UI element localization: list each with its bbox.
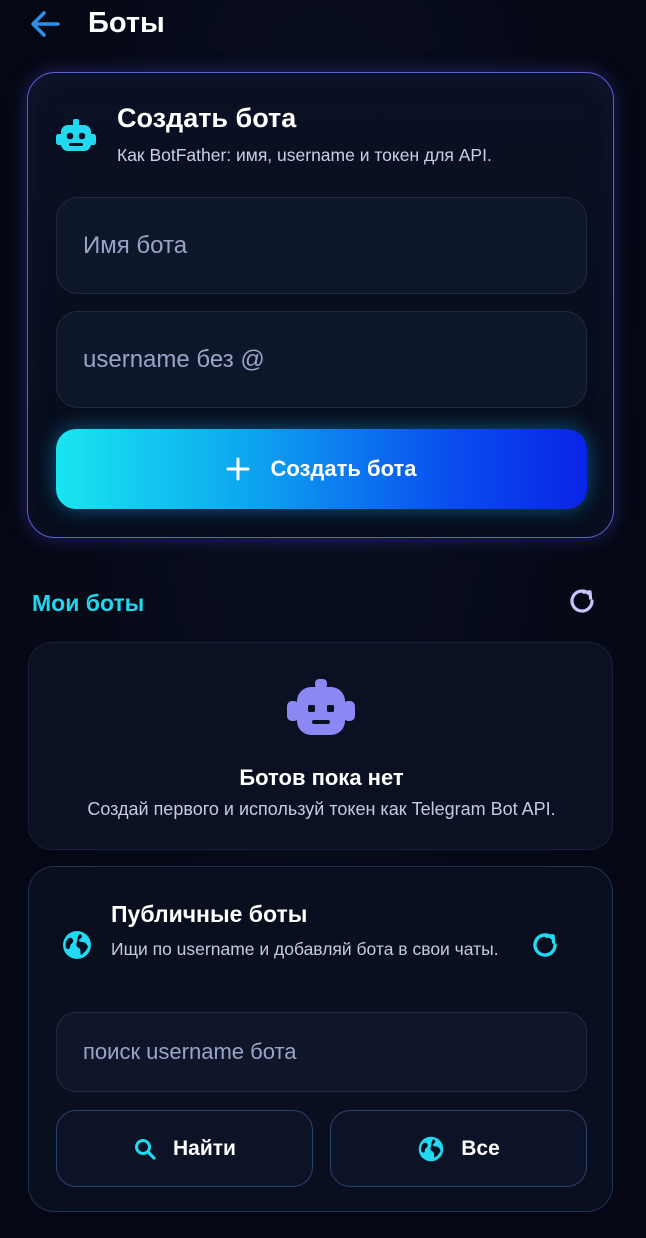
globe-icon xyxy=(63,931,91,959)
bots-screen: Боты Создать бота Как BotFather: имя, us… xyxy=(0,0,646,1238)
find-button-label: Найти xyxy=(173,1136,236,1160)
create-bot-button[interactable]: Создать бота xyxy=(56,429,587,509)
refresh-public-bots-button[interactable] xyxy=(529,929,561,961)
create-bot-button-label: Создать бота xyxy=(270,456,417,481)
back-button[interactable] xyxy=(28,8,64,40)
create-bot-card: Создать бота Как BotFather: имя, usernam… xyxy=(27,72,614,538)
all-button-label: Все xyxy=(461,1136,500,1160)
refresh-icon xyxy=(570,589,594,613)
public-bots-card: Публичные боты Ищи по username и добавля… xyxy=(28,866,613,1212)
top-bar: Боты xyxy=(0,0,646,50)
bot-username-input[interactable]: username без @ xyxy=(56,311,587,408)
globe-icon xyxy=(418,1136,444,1161)
empty-state-subtitle: Создай первого и используй токен как Tel… xyxy=(87,799,556,819)
find-button[interactable]: Найти xyxy=(56,1110,313,1187)
refresh-my-bots-button[interactable] xyxy=(566,585,598,617)
create-bot-title: Создать бота xyxy=(117,103,297,133)
my-bots-heading: Мои боты xyxy=(32,590,145,616)
empty-state-title: Ботов пока нет xyxy=(239,765,404,790)
search-icon xyxy=(135,1138,156,1160)
plus-icon xyxy=(226,457,250,481)
bot-name-input[interactable]: Имя бота xyxy=(56,197,587,294)
public-bots-title: Публичные боты xyxy=(111,901,308,927)
robot-icon xyxy=(56,119,96,151)
empty-state-card: Ботов пока нет Создай первого и использу… xyxy=(28,642,613,850)
page-title: Боты xyxy=(88,7,165,39)
arrow-left-icon xyxy=(31,11,60,37)
public-bots-subtitle: Ищи по username и добавляй бота в свои ч… xyxy=(111,939,499,959)
create-bot-subtitle: Как BotFather: имя, username и токен для… xyxy=(117,145,492,165)
robot-icon xyxy=(287,679,355,735)
all-button[interactable]: Все xyxy=(330,1110,587,1187)
refresh-icon xyxy=(533,933,557,957)
public-bots-search-input[interactable]: поиск username бота xyxy=(56,1012,587,1092)
